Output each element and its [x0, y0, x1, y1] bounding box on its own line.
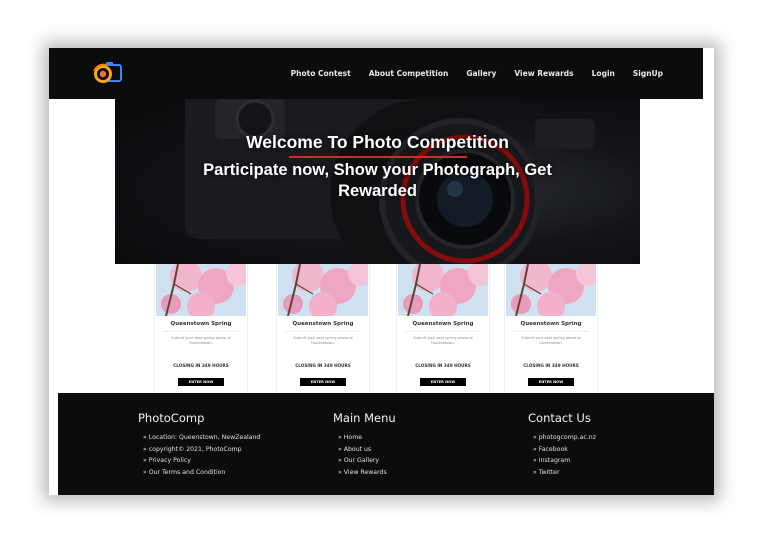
contest-card: Queenstown Spring Submit your best sprin…	[396, 264, 490, 392]
footer-gallery-link[interactable]: » Our Gallery	[338, 455, 396, 467]
footer-about-link[interactable]: » About us	[338, 444, 396, 456]
footer-menu-column: Main Menu » Home » About us » Our Galler…	[333, 411, 396, 479]
card-image[interactable]	[278, 264, 368, 316]
card-title: Queenstown Spring	[412, 321, 474, 327]
footer-terms-link[interactable]: » Our Terms and Condition	[143, 467, 260, 479]
card-closing-time: CLOSING IN 349 HOURS	[415, 363, 471, 368]
footer-contact-heading: Contact Us	[528, 411, 591, 425]
footer-home-link[interactable]: » Home	[338, 432, 396, 444]
footer-instagram-link[interactable]: » Instagram	[533, 455, 596, 467]
card-divider	[163, 331, 239, 332]
contest-card: Queenstown Spring Submit your best sprin…	[154, 264, 248, 392]
footer-brand-column: PhotoComp » Location: Queenstown, NewZea…	[138, 411, 260, 479]
footer-menu-heading: Main Menu	[333, 411, 396, 425]
card-closing-time: CLOSING IN 349 HOURS	[295, 363, 351, 368]
footer-facebook-link[interactable]: » Facebook	[533, 444, 596, 456]
page-frame: Photo Contest About Competition Gallery …	[49, 48, 714, 495]
footer-contact-column: Contact Us » photogcomp.ac.nz » Facebook…	[528, 411, 596, 479]
footer-copyright: » copyright© 2021, PhotoComp	[143, 445, 242, 453]
card-title: Queenstown Spring	[520, 321, 582, 327]
card-divider	[513, 331, 589, 332]
nav-about-competition[interactable]: About Competition	[369, 69, 449, 78]
card-divider	[405, 331, 481, 332]
footer-brand-heading: PhotoComp	[138, 411, 205, 425]
card-description: Submit your best spring photo of Queenst…	[293, 336, 353, 345]
contest-card: Queenstown Spring Submit your best sprin…	[276, 264, 370, 392]
card-description: Submit your best spring photo of Queenst…	[171, 336, 231, 345]
nav-gallery[interactable]: Gallery	[466, 69, 496, 78]
nav-login[interactable]: Login	[592, 69, 615, 78]
footer-rewards-link[interactable]: » View Rewards	[338, 467, 396, 479]
nav-signup[interactable]: SignUp	[633, 69, 663, 78]
card-title: Queenstown Spring	[170, 321, 232, 327]
site-footer: PhotoComp » Location: Queenstown, NewZea…	[58, 393, 714, 495]
card-image[interactable]	[398, 264, 488, 316]
card-divider	[285, 331, 361, 332]
enter-now-button[interactable]: ENTER NOW	[528, 378, 574, 386]
nav-view-rewards[interactable]: View Rewards	[514, 69, 573, 78]
card-closing-time: CLOSING IN 349 HOURS	[523, 363, 579, 368]
enter-now-button[interactable]: ENTER NOW	[420, 378, 466, 386]
top-navbar: Photo Contest About Competition Gallery …	[49, 48, 703, 99]
camera-logo-icon[interactable]	[89, 59, 123, 87]
footer-privacy-link[interactable]: » Privacy Policy	[143, 455, 260, 467]
enter-now-button[interactable]: ENTER NOW	[300, 378, 346, 386]
card-closing-time: CLOSING IN 349 HOURS	[173, 363, 229, 368]
nav-photo-contest[interactable]: Photo Contest	[291, 69, 351, 78]
hero-title: Welcome To Photo Competition	[246, 132, 509, 152]
enter-now-button[interactable]: ENTER NOW	[178, 378, 224, 386]
card-image[interactable]	[506, 264, 596, 316]
hero-subtitle: Participate now, Show your Photograph, G…	[203, 161, 552, 200]
hero-divider	[289, 156, 467, 158]
contest-card: Queenstown Spring Submit your best sprin…	[504, 264, 598, 392]
card-description: Submit your best spring photo of Queenst…	[413, 336, 473, 345]
card-title: Queenstown Spring	[292, 321, 354, 327]
nav-links: Photo Contest About Competition Gallery …	[291, 48, 663, 99]
card-image[interactable]	[156, 264, 246, 316]
hero-banner: Welcome To Photo Competition Participate…	[115, 99, 640, 264]
contest-cards: Queenstown Spring Submit your best sprin…	[154, 264, 598, 392]
card-description: Submit your best spring photo of Queenst…	[521, 336, 581, 345]
footer-website-link[interactable]: » photogcomp.ac.nz	[533, 432, 596, 444]
footer-twitter-link[interactable]: » Twitter	[533, 467, 596, 479]
footer-location: » Location: Queenstown, NewZealand	[143, 434, 261, 441]
